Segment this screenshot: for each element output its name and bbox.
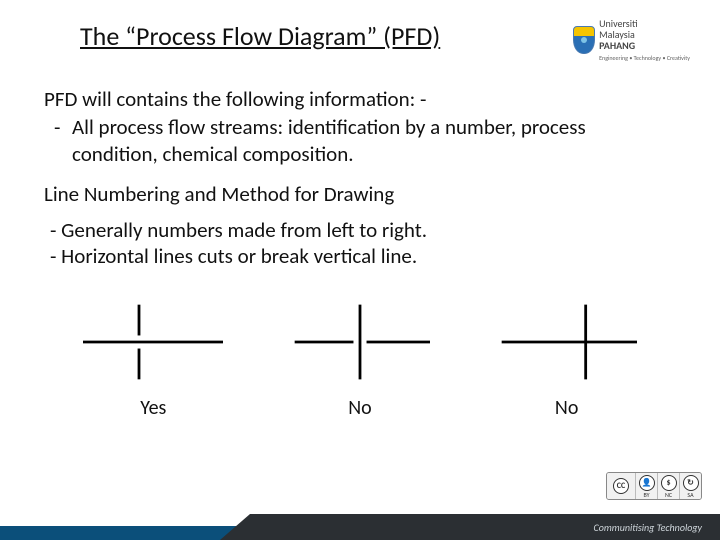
content-body: PFD will contains the following informat… [0,62,720,270]
footer: Communitising Technology [0,500,720,540]
note-1: - Generally numbers made from left to ri… [44,217,676,243]
cross-full-icon [482,300,652,384]
logo-text: Universiti Malaysia PAHANG Engineering •… [599,18,690,62]
diagram-label: No [555,396,578,420]
note-2: - Horizontal lines cuts or break vertica… [44,243,676,269]
footer-tagline: Communitising Technology [594,521,702,534]
intro-text: PFD will contains the following informat… [44,86,676,112]
diagram-no-1: No [270,300,450,420]
sharealike-icon: ↻ [683,475,699,491]
cc-license-badge: CC 👤BY $NC ↻SA [606,472,702,500]
university-logo: Universiti Malaysia PAHANG Engineering •… [573,18,690,62]
bullet-item: - All process flow streams: identificati… [44,114,676,167]
diagram-label: No [348,396,371,420]
footer-bar: Communitising Technology [220,514,720,540]
diagram-label: Yes [140,396,166,420]
diagram-no-2: No [477,300,657,420]
diagram-row: Yes No No [0,270,720,420]
noncommercial-icon: $ [661,475,677,491]
person-icon: 👤 [639,475,655,491]
cross-gap-horizontal-icon [275,300,445,384]
cross-gap-vertical-icon [68,300,238,384]
diagram-yes: Yes [63,300,243,420]
page-title: The “Process Flow Diagram” (PFD) [80,18,573,52]
shield-icon [573,26,595,54]
subheading: Line Numbering and Method for Drawing [44,181,676,207]
